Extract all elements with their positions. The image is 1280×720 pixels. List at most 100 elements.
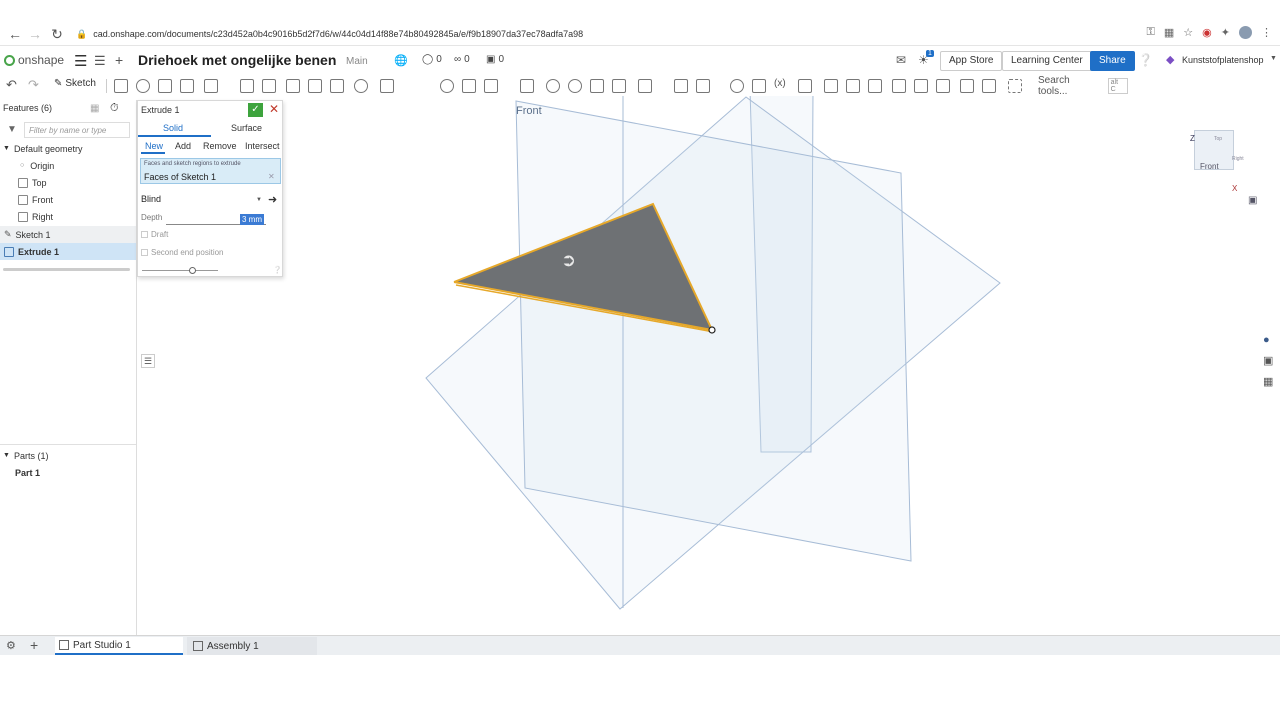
star-icon[interactable]: ☆ xyxy=(1183,26,1193,39)
hamburger-menu-icon[interactable]: ☰ xyxy=(74,52,87,70)
move-face-icon[interactable] xyxy=(568,79,582,93)
feature-extrude-1[interactable]: Extrude 1 xyxy=(0,243,136,260)
sheet-metal-icon[interactable] xyxy=(824,79,838,93)
chamfer-icon[interactable] xyxy=(262,79,276,93)
help-icon[interactable]: ❔ xyxy=(1138,53,1153,67)
profile-avatar[interactable] xyxy=(1239,26,1252,39)
filter-input[interactable]: Filter by name or type xyxy=(24,122,130,138)
like-count[interactable]: ◯ 0 xyxy=(422,54,442,65)
viewport-canvas[interactable]: ➲ Front xyxy=(138,89,1280,635)
chevron-down-icon[interactable]: ▼ xyxy=(3,145,10,152)
replace-face-icon[interactable] xyxy=(590,79,604,93)
delete-part-icon[interactable] xyxy=(520,79,534,93)
browser-menu-icon[interactable]: ⋮ xyxy=(1261,26,1272,39)
variable-icon[interactable] xyxy=(730,79,744,93)
view-options-icon[interactable]: ▣ xyxy=(1248,195,1257,206)
view-cube-right[interactable]: Right xyxy=(1232,156,1244,162)
globe-icon[interactable]: 🌐 xyxy=(394,54,408,67)
helix-icon[interactable] xyxy=(696,79,710,93)
bend-icon[interactable] xyxy=(892,79,906,93)
undo-icon[interactable]: ↶ xyxy=(6,77,17,93)
mass-properties-icon[interactable]: ▣ xyxy=(1263,354,1273,367)
finish-sheet-icon[interactable] xyxy=(960,79,974,93)
draft-icon[interactable] xyxy=(286,79,300,93)
copy-count[interactable]: ▣ 0 xyxy=(486,54,504,65)
add-tab-icon[interactable]: + xyxy=(30,637,38,653)
comments-icon[interactable]: ✉ xyxy=(896,53,906,67)
forward-icon[interactable]: → xyxy=(24,23,46,45)
user-menu-chevron-icon[interactable]: ▼ xyxy=(1270,55,1277,62)
feature-list-icon[interactable]: ☰ xyxy=(94,53,106,69)
add-custom-feature-icon[interactable] xyxy=(1008,79,1022,93)
search-tools-input[interactable]: Search tools... alt C xyxy=(1034,75,1128,97)
boolean-icon[interactable] xyxy=(440,79,454,93)
feature-right-plane[interactable]: Right xyxy=(18,208,154,225)
view-cube-top[interactable]: Top xyxy=(1214,136,1222,142)
view-cube-front[interactable]: Front xyxy=(1200,162,1219,171)
rollback-bar[interactable] xyxy=(3,268,130,271)
unfold-icon[interactable] xyxy=(936,79,950,93)
hole-icon[interactable] xyxy=(354,79,368,93)
curves-icon[interactable] xyxy=(798,79,812,93)
redo-icon[interactable]: ↷ xyxy=(28,77,39,93)
part-item[interactable]: Part 1 xyxy=(15,464,151,481)
configuration-icon[interactable] xyxy=(752,79,766,93)
modify-fillet-icon[interactable] xyxy=(546,79,560,93)
onshape-logo[interactable]: onshape xyxy=(4,53,64,67)
thicken-icon[interactable] xyxy=(204,79,218,93)
key-icon[interactable]: ⚿ xyxy=(1147,26,1155,39)
tab-icon[interactable] xyxy=(868,79,882,93)
offset-surface-icon[interactable] xyxy=(612,79,626,93)
feature-sketch-1[interactable]: ✎ Sketch 1 xyxy=(0,226,136,243)
revolve-icon[interactable] xyxy=(136,79,150,93)
pattern-icon[interactable] xyxy=(380,79,394,93)
link-count[interactable]: ∞ 0 xyxy=(454,54,470,65)
user-menu[interactable]: Kunststofplatenshop xyxy=(1182,55,1264,65)
tab-part-studio-1[interactable]: Part Studio 1 xyxy=(55,637,183,655)
sweep-icon[interactable] xyxy=(158,79,172,93)
filter-icon[interactable]: ▼ xyxy=(7,124,17,135)
default-geometry-folder[interactable]: ▼ Default geometry xyxy=(3,140,139,157)
manipulator-arrow-icon[interactable]: ➲ xyxy=(561,250,576,271)
split-icon[interactable] xyxy=(462,79,476,93)
address-bar[interactable]: 🔒 cad.onshape.com/documents/c23d452a0b4c… xyxy=(76,25,1156,43)
back-icon[interactable]: ← xyxy=(4,23,26,45)
transform-icon[interactable] xyxy=(484,79,498,93)
function-icon[interactable]: (x) xyxy=(774,78,786,89)
corner-break-icon[interactable] xyxy=(982,79,996,93)
extrude-icon[interactable] xyxy=(114,79,128,93)
rollback-timer-icon[interactable]: ⏱ xyxy=(110,102,119,115)
learning-center-button[interactable]: Learning Center xyxy=(1002,51,1092,71)
flange-icon[interactable] xyxy=(846,79,860,93)
shell-icon[interactable] xyxy=(330,79,344,93)
plane-icon[interactable] xyxy=(638,79,652,93)
chevron-down-icon[interactable]: ▼ xyxy=(3,452,10,459)
fillet-icon[interactable] xyxy=(240,79,254,93)
loft-icon[interactable] xyxy=(180,79,194,93)
document-title[interactable]: Driehoek met ongelijke benen xyxy=(138,52,336,68)
mate-connector-icon[interactable] xyxy=(674,79,688,93)
feature-origin[interactable]: ○ Origin xyxy=(20,157,156,174)
view-cube[interactable]: Front Top Right Z X ▣ xyxy=(1172,110,1272,210)
add-folder-icon[interactable]: ▦ xyxy=(90,103,99,114)
feature-front-plane[interactable]: Front xyxy=(18,191,154,208)
graphics-viewport[interactable]: ➲ Front xyxy=(138,89,1280,635)
feature-top-plane[interactable]: Top xyxy=(18,174,154,191)
vertex-point[interactable] xyxy=(708,326,716,334)
insert-icon[interactable]: + xyxy=(115,52,123,68)
puzzle-icon[interactable]: ✦ xyxy=(1221,26,1230,39)
branch-label[interactable]: Main xyxy=(346,56,368,67)
form-icon[interactable] xyxy=(914,79,928,93)
share-button[interactable]: Share xyxy=(1090,51,1135,71)
appearance-icon[interactable]: ● xyxy=(1263,334,1270,346)
measure-icon[interactable]: ▦ xyxy=(1263,375,1273,388)
tab-manager-icon[interactable]: ⚙ xyxy=(6,639,16,652)
reload-icon[interactable]: ↻ xyxy=(46,23,68,45)
extension-badge-icon[interactable]: ◉ xyxy=(1202,26,1212,39)
translate-icon[interactable]: ▦ xyxy=(1164,26,1174,39)
tab-assembly-1[interactable]: Assembly 1 xyxy=(187,637,317,655)
rib-icon[interactable] xyxy=(308,79,322,93)
app-store-button[interactable]: App Store xyxy=(940,51,1003,71)
parts-folder[interactable]: ▼ Parts (1) xyxy=(3,447,139,464)
sketch-button[interactable]: ✎ Sketch xyxy=(54,78,96,89)
